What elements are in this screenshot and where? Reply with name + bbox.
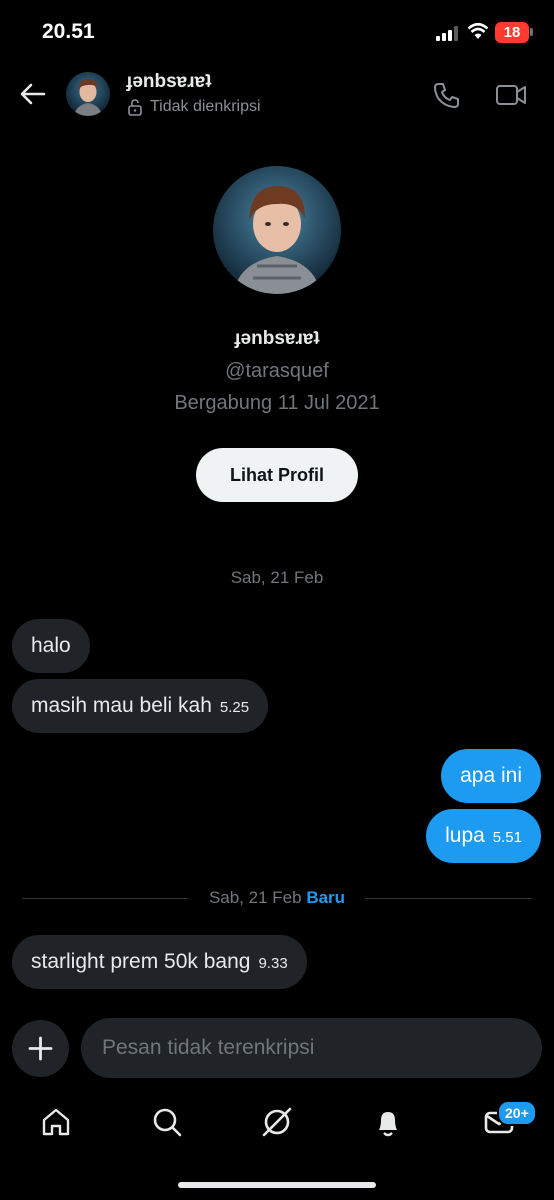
message-text: masih mau beli kah [31,694,212,717]
search-icon[interactable] [149,1104,185,1140]
home-indicator[interactable] [178,1182,376,1188]
profile-handle: @tarasquef [225,360,329,382]
message-bubble-incoming[interactable]: starlight prem 50k bang 9.33 [12,935,307,989]
date-separator: Sab, 21 Feb [230,568,324,587]
cellular-signal-icon [436,26,458,41]
new-messages-separator: Sab, 21 Feb Baru [0,888,554,908]
conversation-title[interactable]: ɟǝnbsɐɹɐʇ [126,71,212,93]
add-attachment-button[interactable] [12,1020,69,1077]
unlocked-icon [128,99,142,116]
phone-icon[interactable] [432,80,462,110]
grok-icon[interactable] [259,1104,295,1140]
message-time: 9.33 [258,955,288,972]
avatar[interactable] [66,72,110,116]
encryption-status: Tidak dienkripsi [150,98,261,115]
plus-icon [28,1036,53,1061]
message-input[interactable] [81,1018,542,1078]
message-bubble-outgoing[interactable]: lupa 5.51 [426,809,541,863]
status-time: 20.51 [42,20,95,43]
back-arrow-icon[interactable] [18,80,48,108]
new-label: Baru [306,888,346,907]
profile-name: ɟǝnbsɐɹɐʇ [234,328,320,349]
date-label: Sab, 21 Feb [208,888,302,907]
message-text: lupa [445,824,485,847]
messages-badge: 20+ [497,1100,537,1126]
battery-nub [530,28,533,36]
message-time: 5.51 [492,829,522,846]
view-profile-button[interactable]: Lihat Profil [196,448,358,502]
video-camera-icon[interactable] [494,80,528,110]
message-time: 5.25 [219,699,250,716]
battery-indicator: 18 [495,22,529,43]
notifications-icon[interactable] [370,1104,406,1140]
profile-avatar[interactable] [213,166,341,294]
profile-joined-date: Bergabung 11 Jul 2021 [174,392,380,414]
message-bubble-incoming[interactable]: halo [12,619,90,673]
message-bubble-outgoing[interactable]: apa ini [441,749,541,803]
wifi-icon [467,22,489,39]
message-bubble-incoming[interactable]: masih mau beli kah 5.25 [12,679,269,733]
home-icon[interactable] [38,1104,74,1140]
message-text: halo [31,634,71,657]
message-text: apa ini [460,764,522,787]
message-text: starlight prem 50k bang [31,950,251,973]
